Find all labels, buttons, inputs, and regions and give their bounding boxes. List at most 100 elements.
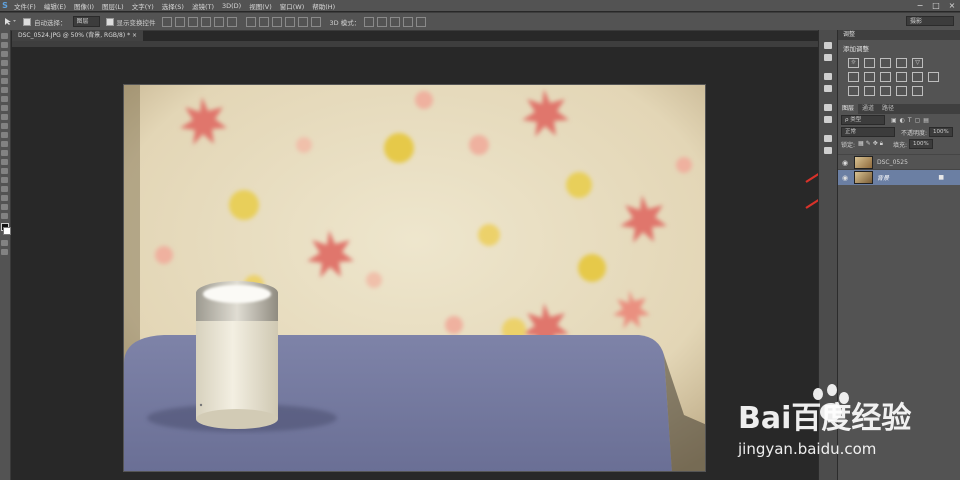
healing-tool-icon[interactable]: [1, 87, 8, 93]
layer-row-background[interactable]: ◉ 背景 ■: [838, 169, 960, 185]
info-icon[interactable]: [824, 85, 832, 92]
tool-presets-icon[interactable]: [824, 116, 832, 123]
menu-edit[interactable]: 编辑(E): [40, 1, 70, 11]
zoom-tool-icon[interactable]: [1, 204, 8, 210]
tab-channels[interactable]: 通道: [858, 104, 878, 114]
auto-select-checkbox[interactable]: 自动选择：: [23, 17, 67, 27]
align-top-icon[interactable]: [161, 16, 172, 27]
align-vcenter-icon[interactable]: [174, 16, 185, 27]
slide-3d-icon[interactable]: [403, 16, 414, 27]
roll-3d-icon[interactable]: [377, 16, 388, 27]
auto-select-dropdown[interactable]: 图层: [72, 16, 100, 27]
distribute-vcenter-icon[interactable]: [258, 16, 269, 27]
channel-mixer-icon[interactable]: [912, 72, 923, 82]
document-tab[interactable]: DSC_0524.JPG @ 50% (背景, RGB/8) * ×: [12, 30, 144, 41]
marquee-tool-icon[interactable]: [1, 42, 8, 48]
filter-icons[interactable]: ▣◐T▢▤: [891, 117, 932, 124]
selective-color-icon[interactable]: [912, 86, 923, 96]
lock-icons[interactable]: ▦✎✥🔒︎: [858, 140, 885, 148]
history-brush-tool-icon[interactable]: [1, 114, 8, 120]
menu-help[interactable]: 帮助(H): [308, 1, 339, 11]
menu-layer[interactable]: 图层(L): [98, 1, 128, 11]
show-transform-checkbox[interactable]: 显示变换控件: [105, 17, 156, 27]
menu-image[interactable]: 图像(I): [70, 1, 98, 11]
posterize-icon[interactable]: [864, 86, 875, 96]
pan-3d-icon[interactable]: [390, 16, 401, 27]
eye-icon[interactable]: ◉: [838, 159, 852, 167]
quick-mask-icon[interactable]: [1, 240, 8, 246]
distribute-bottom-icon[interactable]: [271, 16, 282, 27]
menu-select[interactable]: 选择(S): [158, 1, 188, 11]
threshold-icon[interactable]: [880, 86, 891, 96]
minimize-button[interactable]: −: [912, 0, 928, 11]
menu-filter[interactable]: 滤镜(T): [188, 1, 218, 11]
close-button[interactable]: ×: [944, 0, 960, 11]
rotate-3d-icon[interactable]: [364, 16, 375, 27]
photo-filter-icon[interactable]: [896, 72, 907, 82]
dodge-tool-icon[interactable]: [1, 150, 8, 156]
adjustments-tab[interactable]: 调整: [838, 30, 960, 40]
align-hcenter-icon[interactable]: [213, 16, 224, 27]
distribute-top-icon[interactable]: [245, 16, 256, 27]
layer-name[interactable]: DSC_0525: [877, 159, 908, 166]
tab-paths[interactable]: 路径: [878, 104, 898, 114]
screen-mode-icon[interactable]: [1, 249, 8, 255]
opacity-input[interactable]: 100%: [929, 127, 953, 137]
levels-icon[interactable]: [864, 58, 875, 68]
document-image[interactable]: [123, 84, 706, 472]
clone-stamp-tool-icon[interactable]: [1, 105, 8, 111]
character-icon[interactable]: [824, 135, 832, 142]
eyedropper-tool-icon[interactable]: [1, 78, 8, 84]
menu-3d[interactable]: 3D(D): [218, 2, 245, 10]
tab-layers[interactable]: 图层: [838, 104, 859, 114]
move-tool-preset[interactable]: [3, 17, 17, 26]
menu-file[interactable]: 文件(F): [10, 1, 40, 11]
maximize-button[interactable]: □: [928, 0, 944, 11]
app-logo[interactable]: S: [0, 1, 10, 10]
fill-input[interactable]: 100%: [908, 139, 933, 149]
menu-type[interactable]: 文字(Y): [128, 1, 158, 11]
blend-mode-dropdown[interactable]: 正常: [841, 127, 895, 137]
properties-icon[interactable]: [824, 73, 832, 80]
quick-select-tool-icon[interactable]: [1, 60, 8, 66]
lasso-tool-icon[interactable]: [1, 51, 8, 57]
menu-window[interactable]: 窗口(W): [276, 1, 309, 11]
align-right-icon[interactable]: [226, 16, 237, 27]
menu-view[interactable]: 视图(V): [245, 1, 276, 11]
color-lookup-icon[interactable]: [928, 72, 939, 82]
scale-3d-icon[interactable]: [416, 16, 427, 27]
shape-tool-icon[interactable]: [1, 186, 8, 192]
distribute-hcenter-icon[interactable]: [297, 16, 308, 27]
brightness-icon[interactable]: ☼: [848, 58, 859, 68]
hue-saturation-icon[interactable]: [848, 72, 859, 82]
eraser-tool-icon[interactable]: [1, 123, 8, 129]
move-tool-icon[interactable]: [1, 33, 8, 39]
blur-tool-icon[interactable]: [1, 141, 8, 147]
invert-icon[interactable]: [848, 86, 859, 96]
workspace-dropdown[interactable]: 摄影: [906, 16, 954, 26]
vibrance-icon[interactable]: ▽: [912, 58, 923, 68]
curves-icon[interactable]: [880, 58, 891, 68]
eye-icon[interactable]: ◉: [838, 174, 852, 182]
layer-kind-filter[interactable]: ρ 类型: [841, 115, 885, 125]
hand-tool-icon[interactable]: [1, 195, 8, 201]
layer-row-dsc0525[interactable]: ◉ DSC_0525: [838, 154, 960, 170]
pen-tool-icon[interactable]: [1, 159, 8, 165]
color-balance-icon[interactable]: [864, 72, 875, 82]
distribute-left-icon[interactable]: [284, 16, 295, 27]
color-swatches[interactable]: [0, 223, 11, 237]
path-select-tool-icon[interactable]: [1, 177, 8, 183]
brush-tool-icon[interactable]: [1, 96, 8, 102]
distribute-right-icon[interactable]: [310, 16, 321, 27]
type-tool-icon[interactable]: [1, 168, 8, 174]
crop-tool-icon[interactable]: [1, 69, 8, 75]
gradient-map-icon[interactable]: [896, 86, 907, 96]
paragraph-icon[interactable]: [824, 147, 832, 154]
history-icon[interactable]: [824, 42, 832, 49]
actions-icon[interactable]: [824, 54, 832, 61]
black-white-icon[interactable]: [880, 72, 891, 82]
lock-icon[interactable]: ■: [938, 174, 944, 181]
gradient-tool-icon[interactable]: [1, 132, 8, 138]
layer-name[interactable]: 背景: [877, 173, 889, 182]
exposure-icon[interactable]: [896, 58, 907, 68]
